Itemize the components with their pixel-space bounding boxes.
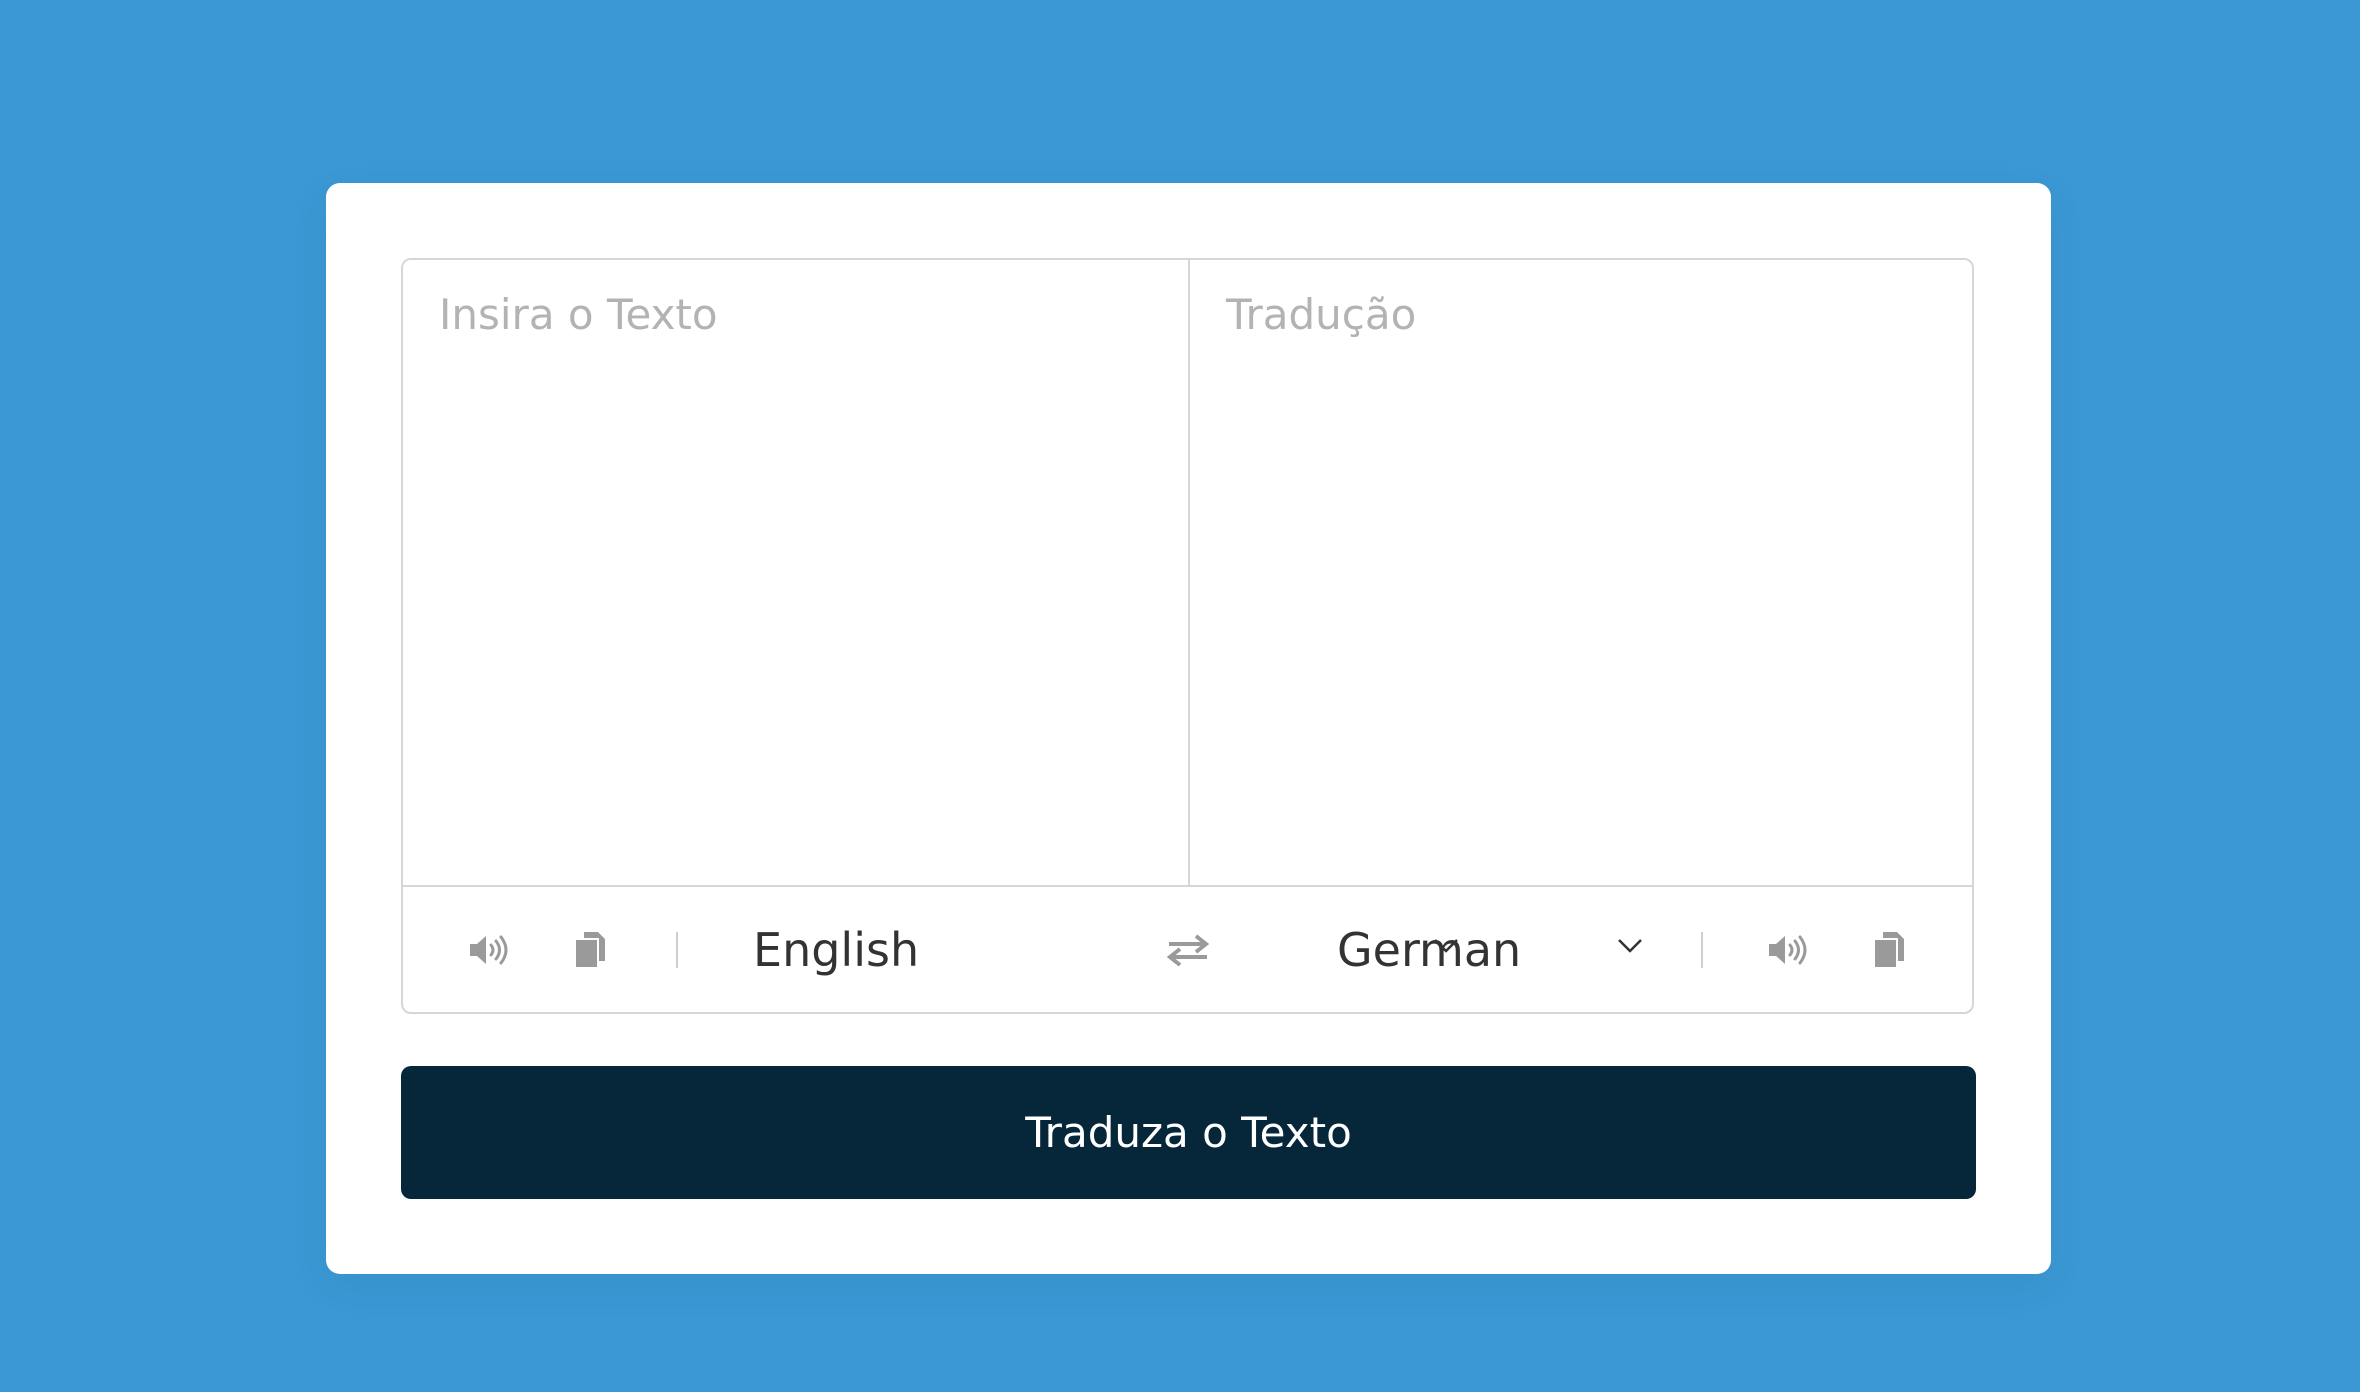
control-divider — [1701, 932, 1703, 968]
source-text-field[interactable] — [403, 260, 1190, 885]
chevron-down-icon — [1617, 938, 1643, 958]
target-language-select[interactable]: German — [1337, 915, 1667, 985]
language-controls: English German — [403, 887, 1972, 1012]
target-speak-button[interactable] — [1764, 924, 1816, 976]
translation-text-field[interactable] — [1190, 260, 1972, 885]
source-copy-button[interactable] — [564, 924, 616, 976]
copy-icon — [573, 931, 607, 969]
source-speak-button[interactable] — [465, 924, 517, 976]
copy-icon — [1872, 931, 1906, 969]
exchange-button[interactable] — [1163, 924, 1213, 976]
control-divider — [676, 932, 678, 968]
target-language-label: German — [1337, 923, 1522, 977]
translate-button[interactable]: Traduza o Texto — [401, 1066, 1976, 1199]
target-copy-button[interactable] — [1863, 924, 1915, 976]
translator-wrapper: English — [401, 258, 1974, 1014]
exchange-icon — [1166, 933, 1210, 967]
text-input-area — [403, 260, 1972, 887]
source-language-label: English — [753, 923, 920, 977]
volume-icon — [1768, 933, 1812, 967]
volume-icon — [469, 933, 513, 967]
translator-card: English — [326, 183, 2051, 1274]
